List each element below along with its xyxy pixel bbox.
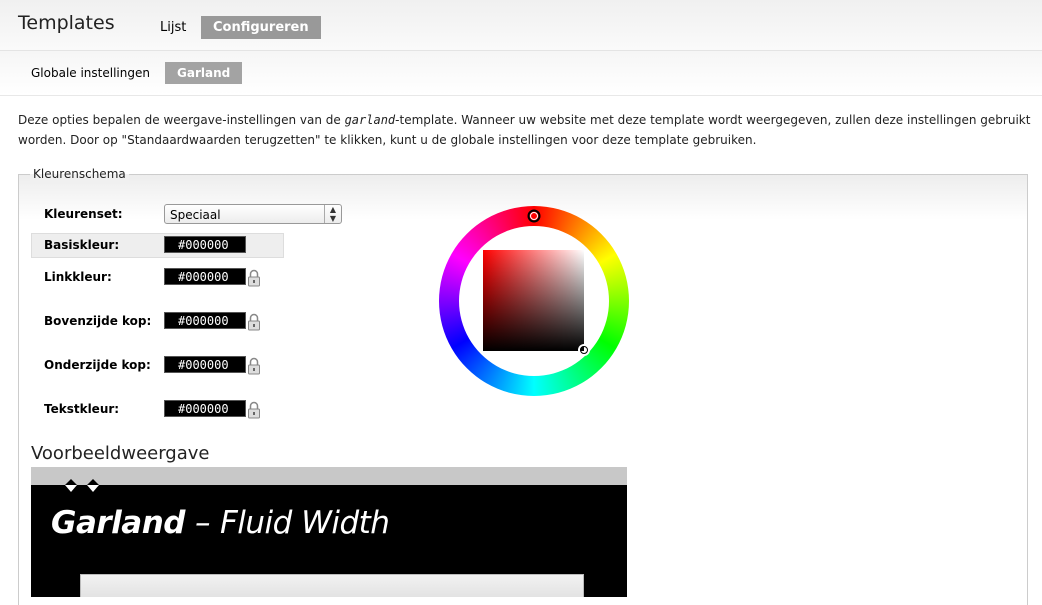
secondary-tabs: Globale instellingen Garland — [0, 51, 1042, 96]
header-top-label: Bovenzijde kop: — [44, 314, 152, 328]
lock-icon[interactable] — [247, 357, 261, 375]
base-color-input[interactable]: #000000 — [164, 236, 246, 253]
preview-separator: – — [194, 505, 211, 541]
tab-pointer-icon — [65, 479, 99, 485]
tab-configureren[interactable]: Configureren — [201, 16, 321, 39]
color-picker-wheel[interactable] — [438, 205, 630, 397]
tab-globale-instellingen[interactable]: Globale instellingen — [19, 62, 162, 84]
intro-template-name: garland — [344, 113, 396, 127]
intro-text: Deze opties bepalen de weergave-instelli… — [18, 110, 1038, 150]
header-bottom-label: Onderzijde kop: — [44, 358, 151, 372]
link-color-input[interactable]: #000000 — [164, 268, 246, 285]
preview-top-bar — [31, 467, 627, 485]
text-color-input[interactable]: #000000 — [164, 400, 246, 417]
page-title: Templates — [18, 12, 115, 34]
lock-icon[interactable] — [247, 269, 261, 287]
base-color-label: Basiskleur: — [44, 238, 120, 252]
tab-notch-icon — [65, 485, 99, 492]
preview-content-box — [80, 574, 584, 597]
tab-garland[interactable]: Garland — [165, 62, 243, 84]
header-top-input[interactable]: #000000 — [164, 312, 246, 329]
page-header: Templates Lijst Configureren — [0, 0, 1042, 51]
intro-part1: Deze opties bepalen de weergave-instelli… — [18, 113, 345, 127]
fieldset-legend: Kleurenschema — [30, 167, 129, 181]
lock-icon[interactable] — [247, 313, 261, 331]
color-set-select[interactable]: Speciaal ▲ ▼ — [164, 204, 342, 224]
preview-site-name: Garland — [51, 505, 185, 541]
preview-title: Voorbeeldweergave — [31, 443, 210, 464]
preview-slogan: Fluid Width — [219, 505, 390, 541]
color-set-value: Speciaal — [170, 208, 221, 222]
lock-icon[interactable] — [247, 401, 261, 419]
preview-panel: Garland – Fluid Width — [31, 467, 627, 597]
text-color-label: Tekstkleur: — [44, 402, 120, 416]
color-set-label: Kleurenset: — [44, 207, 123, 221]
tab-lijst[interactable]: Lijst — [148, 16, 198, 39]
saturation-square[interactable] — [483, 250, 584, 351]
select-arrows-icon: ▲ ▼ — [324, 205, 341, 223]
preview-site-heading: Garland – Fluid Width — [51, 505, 390, 541]
link-color-label: Linkkleur: — [44, 270, 112, 284]
header-bottom-input[interactable]: #000000 — [164, 356, 246, 373]
